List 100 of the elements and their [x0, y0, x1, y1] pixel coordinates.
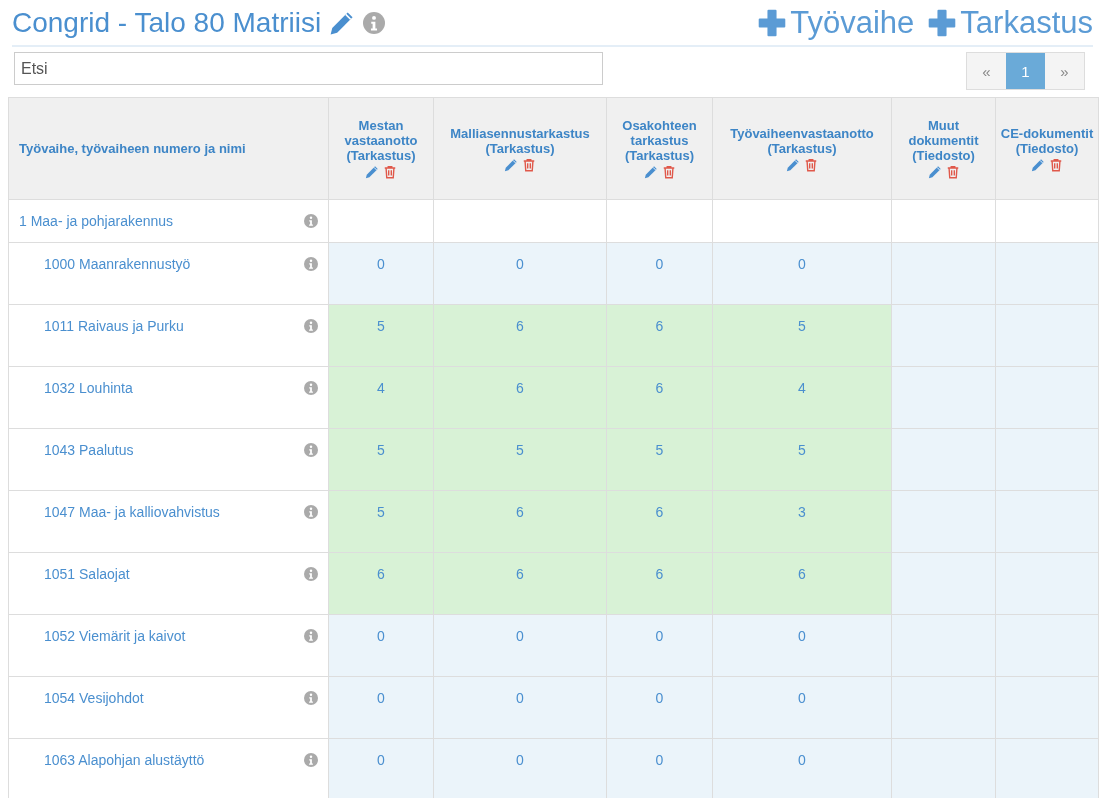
matrix-cell[interactable]: 3 [712, 490, 892, 553]
matrix-cell[interactable] [995, 242, 1099, 305]
matrix-cell[interactable] [995, 304, 1099, 367]
matrix-cell[interactable] [995, 490, 1099, 553]
matrix-cell[interactable]: 0 [712, 676, 892, 739]
matrix-cell[interactable]: 5 [433, 428, 607, 491]
matrix-cell[interactable]: 0 [433, 614, 607, 677]
matrix-cell[interactable]: 6 [433, 304, 607, 367]
matrix-cell[interactable]: 0 [328, 242, 434, 305]
info-icon[interactable] [304, 691, 318, 705]
matrix-cell[interactable] [891, 304, 996, 367]
matrix-cell[interactable]: 5 [606, 428, 713, 491]
work-phase-link[interactable]: 1000 Maanrakennustyö [44, 256, 191, 272]
matrix-cell[interactable]: 0 [712, 738, 892, 798]
pencil-icon[interactable] [643, 165, 658, 179]
matrix-cell[interactable]: 6 [433, 552, 607, 615]
matrix-cell[interactable]: 4 [712, 366, 892, 429]
matrix-cell[interactable]: 6 [328, 552, 434, 615]
matrix-cell[interactable]: 6 [606, 490, 713, 553]
matrix-cell[interactable] [328, 199, 434, 243]
previous-page-button[interactable]: « [967, 53, 1006, 89]
work-phase-link[interactable]: 1 Maa- ja pohjarakennus [19, 213, 174, 229]
matrix-cell[interactable]: 5 [328, 304, 434, 367]
matrix-cell[interactable] [995, 738, 1099, 798]
info-icon[interactable] [304, 629, 318, 643]
info-icon[interactable] [304, 214, 318, 228]
work-phase-link[interactable]: 1051 Salaojat [44, 566, 130, 582]
matrix-cell[interactable] [995, 614, 1099, 677]
matrix-cell[interactable] [995, 676, 1099, 739]
column-title[interactable]: Mestan vastaanotto (Tarkastus) [333, 118, 429, 163]
matrix-cell[interactable] [606, 199, 713, 243]
matrix-cell[interactable]: 6 [606, 366, 713, 429]
matrix-cell[interactable] [891, 490, 996, 553]
matrix-cell[interactable]: 0 [328, 676, 434, 739]
trash-icon[interactable] [945, 165, 960, 179]
info-icon[interactable] [304, 319, 318, 333]
matrix-cell[interactable] [891, 242, 996, 305]
pencil-icon[interactable] [1031, 157, 1045, 172]
matrix-cell[interactable]: 5 [712, 428, 892, 491]
info-icon[interactable] [304, 753, 318, 767]
matrix-cell[interactable]: 0 [606, 242, 713, 305]
matrix-cell[interactable]: 0 [712, 614, 892, 677]
trash-icon[interactable] [383, 165, 397, 179]
column-title[interactable]: CE-dokumentit (Tiedosto) [1000, 125, 1094, 156]
work-phase-link[interactable]: 1054 Vesijohdot [44, 690, 144, 706]
pencil-icon[interactable] [927, 165, 942, 179]
trash-icon[interactable] [522, 157, 536, 172]
trash-icon[interactable] [1049, 157, 1063, 172]
matrix-cell[interactable]: 6 [606, 304, 713, 367]
matrix-cell[interactable]: 5 [328, 490, 434, 553]
next-page-button[interactable]: » [1045, 53, 1084, 89]
matrix-cell[interactable] [712, 199, 892, 243]
matrix-cell[interactable]: 6 [606, 552, 713, 615]
matrix-cell[interactable]: 0 [606, 614, 713, 677]
matrix-cell[interactable]: 5 [712, 304, 892, 367]
search-field[interactable]: Etsi [14, 52, 603, 85]
matrix-cell[interactable]: 0 [328, 614, 434, 677]
info-icon[interactable] [304, 443, 318, 457]
matrix-cell[interactable] [891, 676, 996, 739]
info-icon[interactable] [363, 11, 386, 34]
matrix-cell[interactable]: 6 [433, 366, 607, 429]
matrix-cell[interactable] [995, 552, 1099, 615]
matrix-cell[interactable] [995, 199, 1099, 243]
matrix-cell[interactable] [891, 199, 996, 243]
page-button[interactable]: 1 [1006, 53, 1045, 89]
info-icon[interactable] [304, 257, 318, 271]
matrix-cell[interactable]: 0 [606, 738, 713, 798]
column-title[interactable]: Malliasennustarkastus (Tarkastus) [438, 125, 602, 156]
add-link[interactable]: Tarkastus [928, 4, 1093, 41]
info-icon[interactable] [304, 505, 318, 519]
matrix-cell[interactable] [433, 199, 607, 243]
matrix-cell[interactable] [891, 614, 996, 677]
info-icon[interactable] [304, 567, 318, 581]
matrix-cell[interactable] [891, 738, 996, 798]
matrix-cell[interactable] [891, 428, 996, 491]
matrix-cell[interactable]: 6 [712, 552, 892, 615]
matrix-cell[interactable]: 0 [433, 242, 607, 305]
trash-icon[interactable] [661, 165, 676, 179]
matrix-cell[interactable]: 0 [433, 676, 607, 739]
work-phase-link[interactable]: 1047 Maa- ja kalliovahvistus [44, 504, 220, 520]
matrix-cell[interactable] [995, 428, 1099, 491]
matrix-cell[interactable]: 0 [328, 738, 434, 798]
trash-icon[interactable] [804, 157, 818, 172]
pencil-icon[interactable] [786, 157, 800, 172]
column-title[interactable]: Työvaihe, työvaiheen numero ja nimi [19, 141, 246, 156]
matrix-cell[interactable]: 5 [328, 428, 434, 491]
work-phase-link[interactable]: 1063 Alapohjan alustäyttö [44, 752, 205, 768]
matrix-cell[interactable]: 4 [328, 366, 434, 429]
column-title[interactable]: Osakohteen tarkastus (Tarkastus) [611, 118, 708, 163]
pencil-icon[interactable] [504, 157, 518, 172]
matrix-cell[interactable]: 6 [433, 490, 607, 553]
work-phase-link[interactable]: 1032 Louhinta [44, 380, 133, 396]
matrix-cell[interactable]: 0 [606, 676, 713, 739]
info-icon[interactable] [304, 381, 318, 395]
matrix-cell[interactable] [995, 366, 1099, 429]
pencil-icon[interactable] [365, 165, 379, 179]
work-phase-link[interactable]: 1011 Raivaus ja Purku [44, 318, 184, 334]
matrix-cell[interactable]: 0 [712, 242, 892, 305]
column-title[interactable]: Työvaiheenvastaanotto (Tarkastus) [717, 125, 887, 156]
column-title[interactable]: Muut dokumentit (Tiedosto) [896, 118, 991, 163]
